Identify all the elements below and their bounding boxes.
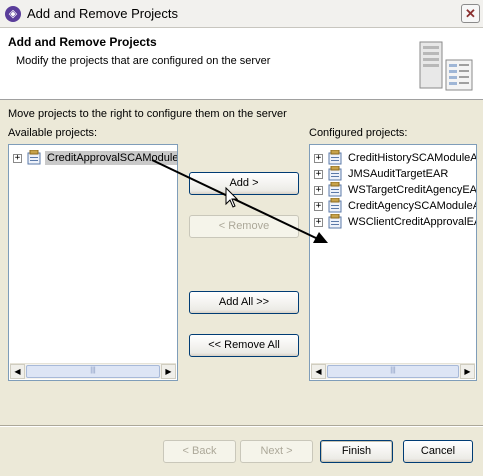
tree-item-label: JMSAuditTargetEAR <box>348 168 449 180</box>
project-icon <box>27 150 41 165</box>
expand-icon[interactable]: + <box>314 186 323 195</box>
tree-item-label: CreditAgencySCAModuleAp <box>348 200 477 212</box>
add-all-button[interactable]: Add All >> <box>189 291 299 314</box>
cancel-button[interactable]: Cancel <box>403 440 473 463</box>
tree-item-label: WSClientCreditApprovalEA <box>348 216 477 228</box>
window-title: Add and Remove Projects <box>27 6 179 21</box>
expand-icon[interactable]: + <box>314 202 323 211</box>
server-icon <box>419 41 473 91</box>
project-icon <box>328 214 342 229</box>
expand-icon[interactable]: + <box>314 218 323 227</box>
remove-all-button[interactable]: << Remove All <box>189 334 299 357</box>
expand-icon[interactable]: + <box>314 154 323 163</box>
available-projects-list[interactable]: + CreditApprovalSCAModule ◀ ||| ▶ <box>8 144 178 381</box>
footer-separator <box>0 425 483 427</box>
scroll-right-icon[interactable]: ▶ <box>161 364 176 379</box>
tree-item-label: WSTargetCreditAgencyEAR <box>348 184 477 196</box>
banner-title: Add and Remove Projects <box>8 35 157 49</box>
finish-button[interactable]: Finish <box>320 440 393 463</box>
close-button[interactable]: ✕ <box>461 4 480 23</box>
back-button[interactable]: < Back <box>163 440 236 463</box>
horizontal-scrollbar[interactable]: ◀ ||| ▶ <box>10 363 176 379</box>
scroll-thumb[interactable]: ||| <box>327 365 459 378</box>
project-icon <box>328 166 342 181</box>
scroll-left-icon[interactable]: ◀ <box>10 364 25 379</box>
next-button[interactable]: Next > <box>240 440 313 463</box>
scroll-right-icon[interactable]: ▶ <box>460 364 475 379</box>
configured-projects-label: Configured projects: <box>309 127 408 139</box>
tree-item-label: CreditHistorySCAModuleAp <box>348 152 477 164</box>
project-icon <box>328 150 342 165</box>
instruction-text: Move projects to the right to configure … <box>8 108 287 120</box>
tree-item-label: CreditApprovalSCAModule <box>45 151 177 165</box>
available-projects-label: Available projects: <box>8 127 98 139</box>
expand-icon[interactable]: + <box>314 170 323 179</box>
scroll-thumb[interactable]: ||| <box>26 365 160 378</box>
project-icon <box>328 198 342 213</box>
horizontal-scrollbar[interactable]: ◀ ||| ▶ <box>311 363 475 379</box>
project-icon <box>328 182 342 197</box>
banner-subtitle: Modify the projects that are configured … <box>16 55 271 67</box>
scroll-left-icon[interactable]: ◀ <box>311 364 326 379</box>
remove-button[interactable]: < Remove <box>189 215 299 238</box>
add-button[interactable]: Add > <box>189 172 299 195</box>
eclipse-icon: ◈ <box>5 6 21 22</box>
expand-icon[interactable]: + <box>13 154 22 163</box>
configured-projects-list[interactable]: + CreditHistorySCAModuleAp + JMSAuditTar… <box>309 144 477 381</box>
